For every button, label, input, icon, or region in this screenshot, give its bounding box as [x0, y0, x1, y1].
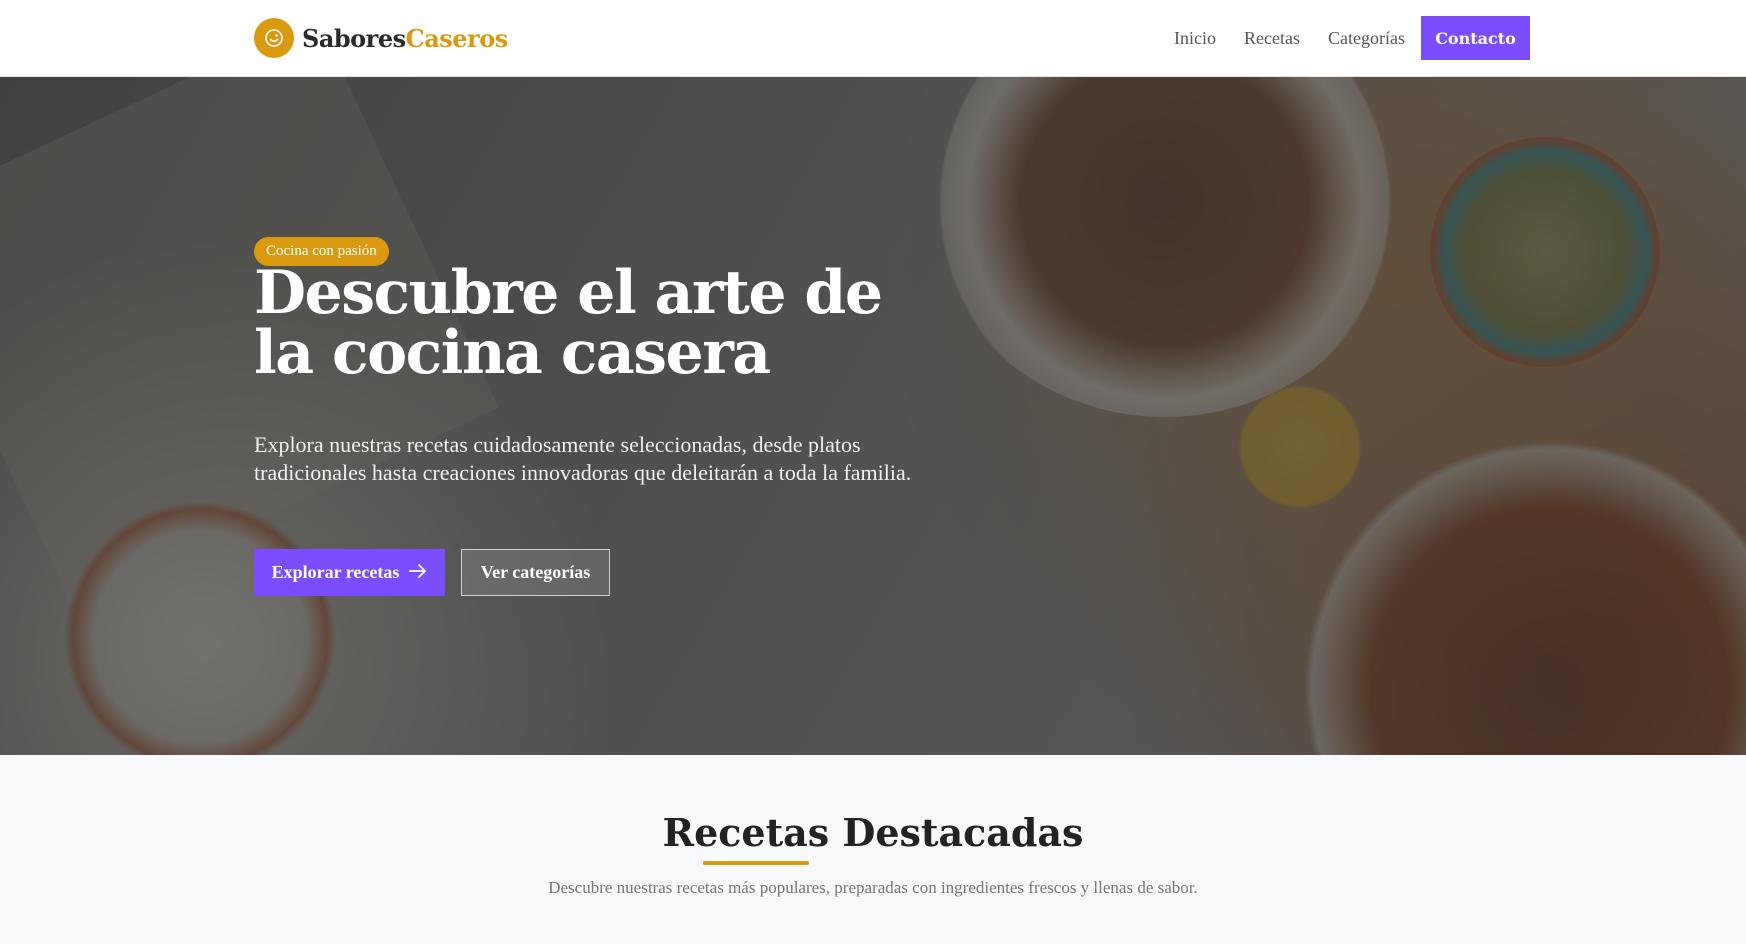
- explore-recipes-label: Explorar recetas: [271, 562, 400, 582]
- featured-description: Descubre nuestras recetas más populares,…: [548, 878, 1198, 897]
- site-header: SaboresCaseros Inicio Recetas Categorías…: [0, 0, 1746, 77]
- chef-smile-icon: [254, 18, 294, 58]
- arrow-right-icon: [409, 562, 427, 583]
- hero-description: Explora nuestras recetas cuidadosamente …: [254, 432, 912, 485]
- title-underline: [703, 861, 809, 865]
- hero-section: Cocina con pasión Descubre el arte de la…: [0, 77, 1746, 755]
- hero-title: Descubre el arte de la cocina casera: [254, 258, 883, 388]
- brand-name-part2: Caseros: [405, 23, 509, 53]
- brand-logo-link[interactable]: SaboresCaseros: [254, 18, 508, 58]
- brand-name: SaboresCaseros: [302, 24, 508, 53]
- nav-item-categorias[interactable]: Categorías: [1328, 28, 1405, 49]
- contact-button[interactable]: Contacto: [1421, 16, 1530, 60]
- view-categories-button[interactable]: Ver categorías: [461, 549, 610, 596]
- nav-item-recetas[interactable]: Recetas: [1244, 28, 1300, 49]
- hero-overlay: [0, 77, 1746, 755]
- featured-title: Recetas Destacadas: [662, 810, 1084, 855]
- main-nav: Inicio Recetas Categorías Contacto: [1146, 16, 1530, 60]
- brand-name-part1: Sabores: [302, 23, 406, 53]
- featured-recipes-section: Recetas Destacadas Descubre nuestras rec…: [0, 755, 1746, 944]
- nav-item-inicio[interactable]: Inicio: [1174, 28, 1216, 49]
- explore-recipes-button[interactable]: Explorar recetas: [254, 549, 445, 596]
